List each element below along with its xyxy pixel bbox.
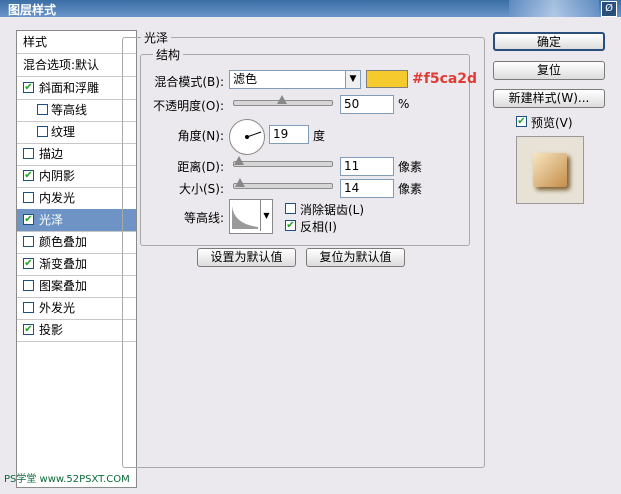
preview-label: 预览(V) [531,116,573,130]
invert-label: 反相(I) [300,220,337,234]
color-hex-annotation: #f5ca2d [412,71,478,87]
style-checkbox[interactable] [23,192,34,203]
distance-slider[interactable] [233,156,333,167]
new-style-button[interactable]: 新建样式(W)... [493,89,605,108]
style-item[interactable]: 外发光 [17,297,136,319]
divider [17,341,136,342]
size-unit: 像素 [398,182,423,196]
style-item[interactable]: 描边 [17,143,136,165]
distance-input[interactable]: 11 [340,157,394,176]
antialias-label: 消除锯齿(L) [300,203,365,217]
style-item[interactable]: ✔ 光泽 [17,209,136,231]
style-item-label: 图案叠加 [39,279,88,293]
style-item[interactable]: ✔ 渐变叠加 [17,253,136,275]
angle-input[interactable]: 19 [269,125,309,144]
opacity-slider[interactable] [233,95,333,106]
style-checkbox[interactable] [23,148,34,159]
style-item-label: 外发光 [39,301,76,315]
style-checkbox[interactable] [23,280,34,291]
style-checkbox[interactable]: ✔ [23,214,34,225]
distance-unit: 像素 [398,160,423,174]
opacity-value: 50 [344,97,360,111]
style-checkbox[interactable] [37,104,48,115]
angle-dial-needle [245,131,262,139]
style-item[interactable]: ✔ 投影 [17,319,136,341]
style-item-label: 内发光 [39,191,76,205]
reset-default-button[interactable]: 复位为默认值 [306,248,405,267]
contour-picker[interactable]: ▼ [229,199,273,234]
blend-mode-select[interactable]: 滤色 ▼ [229,70,361,89]
style-checkbox[interactable] [37,126,48,137]
style-checkbox[interactable] [23,236,34,247]
style-item-label: 纹理 [51,125,76,139]
invert-checkbox[interactable]: ✔ [285,220,296,231]
style-item[interactable]: ✔ 斜面和浮雕 [17,77,136,99]
angle-label: 角度(N): [177,129,224,143]
ok-button[interactable]: 确定 [493,32,605,51]
preview-checkbox[interactable]: ✔ [516,116,527,127]
size-value: 14 [344,181,360,195]
size-input[interactable]: 14 [340,179,394,198]
style-item-label: 描边 [39,147,64,161]
style-item-label: 光泽 [39,213,64,227]
style-checkbox[interactable] [23,302,34,313]
distance-value: 11 [344,159,360,173]
chevron-down-icon: ▼ [260,200,272,231]
opacity-label: 不透明度(O): [153,99,224,113]
title-bar: 图层样式 Ø [0,0,621,17]
angle-value: 19 [273,127,289,141]
style-preview [516,136,584,204]
style-item[interactable]: 内发光 [17,187,136,209]
preview-thumbnail [533,153,567,187]
color-swatch[interactable] [366,70,408,88]
chevron-down-icon: ▼ [345,71,360,88]
styles-list: 样式 混合选项:默认 ✔ 斜面和浮雕等高线纹理描边 ✔ 内阴影内发光 ✔ 光泽颜色叠加 ✔ 渐… [16,30,137,488]
style-item-label: 颜色叠加 [39,235,88,249]
contour-curve-icon [232,206,258,229]
blend-mode-label: 混合模式(B): [154,75,224,89]
size-label: 大小(S): [178,182,224,196]
angle-unit: 度 [313,129,326,143]
close-button[interactable]: Ø [601,1,617,17]
blend-options-label: 混合选项:默认 [23,58,100,72]
style-item-label: 渐变叠加 [39,257,88,271]
style-checkbox[interactable]: ✔ [23,258,34,269]
contour-label: 等高线: [183,211,224,225]
style-item[interactable]: 等高线 [17,99,136,121]
styles-header[interactable]: 样式 [17,31,136,53]
style-item[interactable]: 图案叠加 [17,275,136,297]
style-item-label: 等高线 [51,103,88,117]
angle-dial[interactable] [229,119,265,155]
style-checkbox[interactable]: ✔ [23,170,34,181]
style-checkbox[interactable]: ✔ [23,82,34,93]
style-item[interactable]: ✔ 内阴影 [17,165,136,187]
opacity-input[interactable]: 50 [340,95,394,114]
style-item-label: 内阴影 [39,169,76,183]
distance-label: 距离(D): [177,160,224,174]
style-item-label: 斜面和浮雕 [39,81,100,95]
style-item[interactable]: 颜色叠加 [17,231,136,253]
styles-header-label: 样式 [23,35,48,49]
reset-button[interactable]: 复位 [493,61,605,80]
antialias-checkbox[interactable] [285,203,296,214]
section-title: 光泽 [141,29,172,46]
opacity-unit: % [398,97,410,111]
style-item[interactable]: 纹理 [17,121,136,143]
watermark: PS学堂 www.52PSXT.COM [4,474,130,485]
style-item-label: 投影 [39,323,64,337]
distance-slider-thumb[interactable] [233,156,244,165]
opacity-slider-thumb[interactable] [277,95,287,104]
blend-options-item[interactable]: 混合选项:默认 [17,54,136,76]
size-slider-thumb[interactable] [234,178,245,187]
blend-mode-value: 滤色 [233,72,258,86]
size-slider[interactable] [233,178,333,189]
window-title: 图层样式 [8,3,57,17]
titlebar-decoration [509,0,599,17]
structure-title: 结构 [153,46,184,63]
set-default-button[interactable]: 设置为默认值 [197,248,296,267]
style-checkbox[interactable]: ✔ [23,324,34,335]
